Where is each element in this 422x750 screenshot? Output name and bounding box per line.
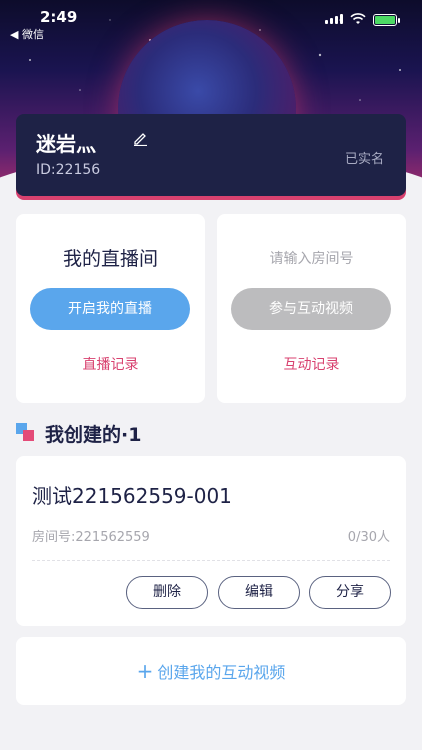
profile-id: ID:22156 (36, 162, 101, 178)
profile-card: 迷岩灬 ID:22156 已实名 (16, 114, 406, 196)
my-live-room-card: 我的直播间 开启我的直播 直播记录 (16, 214, 205, 403)
back-to-wechat-link[interactable]: ◀ 微信 (10, 26, 44, 42)
verified-status: 已实名 (344, 152, 384, 167)
wifi-icon (350, 13, 366, 24)
create-video-button[interactable]: + 创建我的互动视频 (16, 659, 406, 683)
live-room-title: 我的直播间 (62, 248, 158, 270)
edit-button[interactable]: 编辑 (218, 576, 300, 609)
room-capacity: 0/30人 (347, 530, 390, 545)
signal-icon (325, 14, 343, 24)
profile-name: 迷岩灬 (36, 132, 96, 156)
create-video-card[interactable]: + 创建我的互动视频 (16, 637, 406, 705)
edit-icon[interactable] (132, 130, 148, 146)
live-history-link[interactable]: 直播记录 (16, 354, 205, 374)
status-time: 2:49 (40, 8, 78, 26)
room-number-input[interactable]: 请输入房间号 (217, 248, 406, 268)
join-video-button[interactable]: 参与互动视频 (231, 288, 391, 330)
created-section-header: 我创建的·1 (16, 418, 406, 448)
status-bar: 2:49 ◀ 微信 (0, 0, 422, 44)
create-video-label: 创建我的互动视频 (157, 663, 286, 682)
interaction-history-link[interactable]: 互动记录 (217, 354, 406, 374)
join-room-card: 请输入房间号 参与互动视频 互动记录 (217, 214, 406, 403)
battery-icon (373, 14, 400, 26)
room-card[interactable]: 测试221562559-001 房间号:221562559 0/30人 删除 编… (16, 456, 406, 626)
room-divider (32, 560, 390, 561)
room-number: 房间号:221562559 (32, 530, 150, 545)
share-button[interactable]: 分享 (309, 576, 391, 609)
start-live-button[interactable]: 开启我的直播 (30, 288, 190, 330)
section-title: 我创建的·1 (45, 424, 142, 446)
delete-button[interactable]: 删除 (126, 576, 208, 609)
section-squares-icon (16, 423, 36, 443)
room-name: 测试221562559-001 (32, 484, 232, 508)
plus-icon: + (136, 659, 154, 683)
